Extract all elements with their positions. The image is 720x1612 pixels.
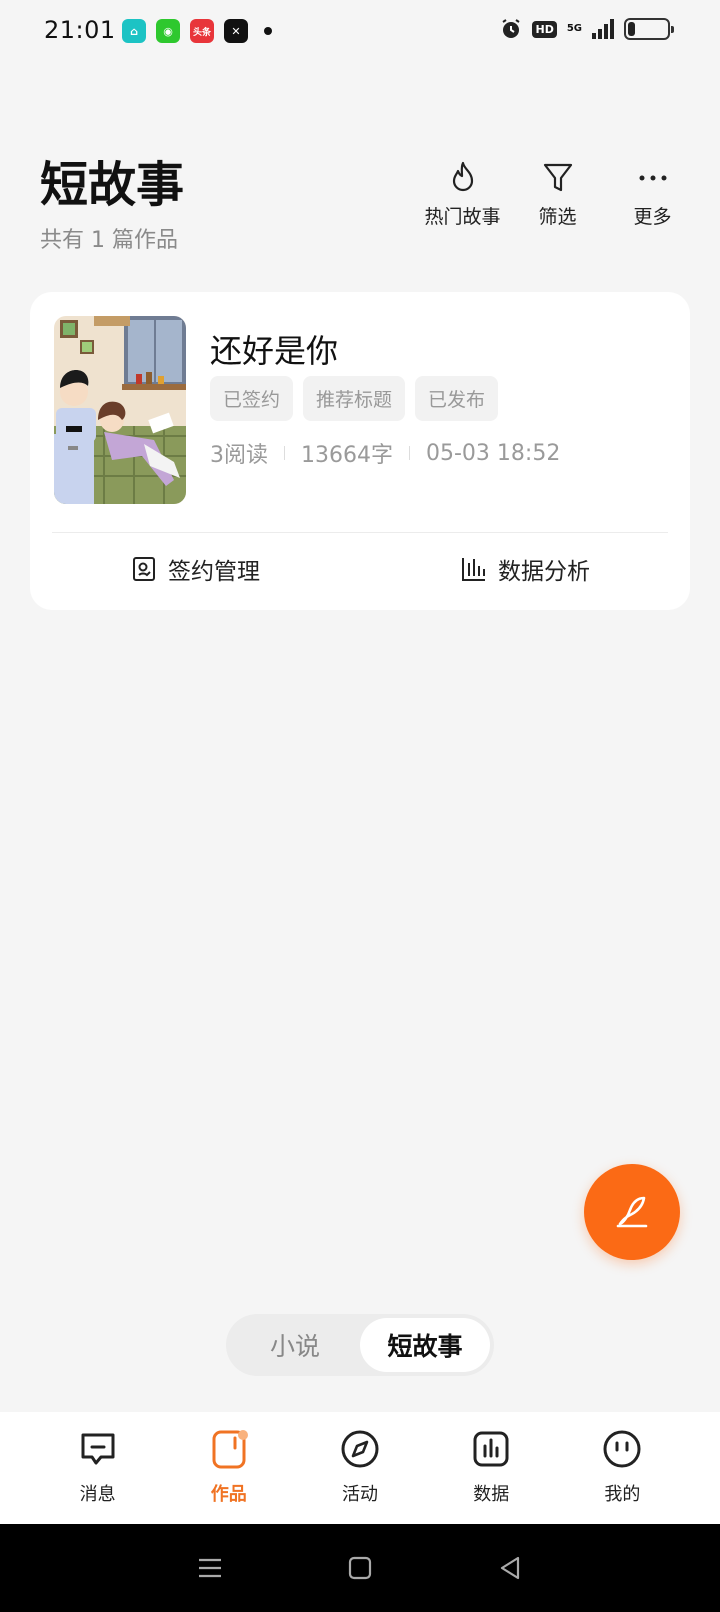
- alarm-icon: [502, 19, 521, 38]
- home-app-icon: ⌂: [122, 19, 146, 43]
- battery-level: [628, 22, 635, 36]
- word-count: 13664字: [301, 443, 393, 468]
- nav-profile[interactable]: 我的: [557, 1412, 688, 1524]
- capcut-app-icon: ✕: [224, 19, 248, 43]
- meta-divider: [409, 446, 410, 460]
- works-icon: [212, 1430, 248, 1469]
- category-segment: 小说 短故事: [226, 1314, 494, 1376]
- system-nav-bar: [0, 1524, 720, 1612]
- status-time: 21:01: [44, 16, 116, 44]
- bottom-nav: 消息 作品 活动 数据 我的: [0, 1412, 720, 1524]
- filter-button[interactable]: 筛选: [510, 160, 605, 229]
- nav-activities[interactable]: 活动: [294, 1412, 425, 1524]
- menu-icon[interactable]: [195, 1553, 225, 1583]
- tag-recommended-title: 推荐标题: [303, 376, 406, 421]
- flame-icon: [452, 161, 473, 192]
- book-cover-image[interactable]: [54, 316, 186, 504]
- signal-group: 5G: [567, 24, 582, 34]
- work-meta: 3阅读 13664字 05-03 18:52: [210, 437, 560, 469]
- cover-illustration: [54, 316, 186, 504]
- more-label: 更多: [633, 206, 672, 228]
- compass-icon: [341, 1430, 379, 1468]
- bar-chart-icon: [462, 558, 485, 581]
- hd-icon: HD: [532, 20, 557, 38]
- work-card[interactable]: 还好是你 已签约 推荐标题 已发布 3阅读 13664字 05-03 18:52…: [30, 292, 690, 610]
- nav-data-label: 数据: [473, 1484, 510, 1505]
- page-title: 短故事: [40, 157, 185, 213]
- hot-stories-button[interactable]: 热门故事: [415, 160, 510, 229]
- data-analysis-label: 数据分析: [498, 559, 590, 585]
- work-title[interactable]: 还好是你: [210, 326, 338, 372]
- work-tags: 已签约 推荐标题 已发布: [210, 376, 499, 421]
- write-button[interactable]: [584, 1164, 680, 1260]
- quill-pen-icon: [616, 1196, 648, 1228]
- message-icon: [81, 1433, 115, 1465]
- nav-messages-label: 消息: [79, 1484, 116, 1505]
- meta-divider: [284, 446, 285, 460]
- segment-novel[interactable]: 小说: [230, 1318, 360, 1372]
- signal-icon: [592, 19, 614, 39]
- header-actions: 热门故事 筛选 更多: [415, 160, 700, 229]
- hot-stories-label: 热门故事: [424, 206, 501, 228]
- network-type: 5G: [566, 23, 582, 34]
- contract-management-button[interactable]: 签约管理: [30, 552, 360, 586]
- home-icon[interactable]: [345, 1553, 375, 1583]
- card-divider: [52, 532, 668, 533]
- contract-management-label: 签约管理: [168, 559, 260, 585]
- more-notifications-dot-icon: [264, 27, 272, 35]
- nav-works[interactable]: 作品: [163, 1412, 294, 1524]
- works-count: 共有 1 篇作品: [40, 228, 178, 253]
- tag-signed: 已签约: [210, 376, 294, 421]
- nav-messages[interactable]: 消息: [32, 1412, 163, 1524]
- card-actions: 签约管理 数据分析: [30, 552, 690, 586]
- read-count: 3阅读: [210, 443, 268, 468]
- publish-date: 05-03 18:52: [426, 440, 561, 466]
- filter-label: 筛选: [538, 206, 577, 228]
- battery-icon: [624, 18, 674, 40]
- notification-icons: ⌂ ◉ 头条 ✕: [122, 19, 272, 43]
- nav-works-label: 作品: [210, 1484, 247, 1505]
- status-bar: 21:01 ⌂ ◉ 头条 ✕ HD 5G: [0, 0, 720, 66]
- contract-icon: [133, 557, 155, 581]
- data-analysis-button[interactable]: 数据分析: [360, 552, 690, 586]
- back-icon[interactable]: [495, 1553, 525, 1583]
- segment-short-story[interactable]: 短故事: [360, 1318, 490, 1372]
- filter-icon: [543, 163, 572, 192]
- nav-activities-label: 活动: [342, 1484, 378, 1505]
- nav-profile-label: 我的: [604, 1484, 641, 1505]
- system-icons: HD 5G: [500, 18, 674, 40]
- data-icon: [473, 1431, 509, 1467]
- music-app-icon: ◉: [156, 19, 180, 43]
- profile-face-icon: [603, 1430, 641, 1468]
- more-dots-icon: [639, 175, 666, 181]
- toutiao-app-icon: 头条: [190, 19, 214, 43]
- more-button[interactable]: 更多: [605, 160, 700, 229]
- nav-data[interactable]: 数据: [426, 1412, 557, 1524]
- tag-published: 已发布: [415, 376, 499, 421]
